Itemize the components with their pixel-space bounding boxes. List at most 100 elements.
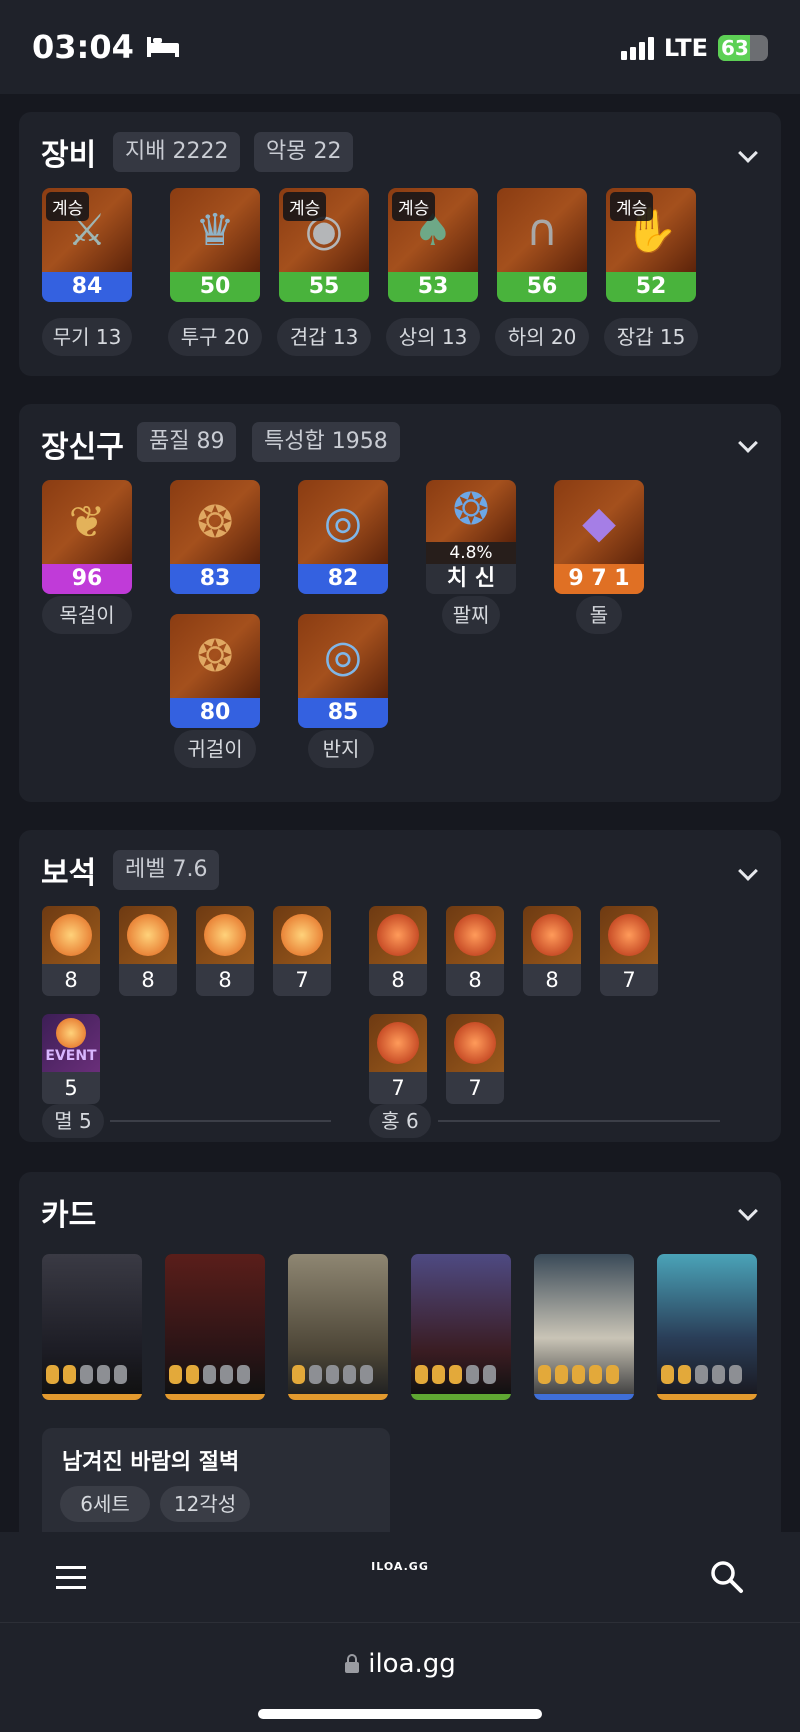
bracelet-icon: ❂ bbox=[452, 483, 490, 535]
item-quality: 85 bbox=[298, 698, 388, 728]
equipment-label: 무기 13 bbox=[42, 318, 132, 356]
awakening-dot bbox=[186, 1365, 199, 1384]
gem-doom[interactable]: 8 bbox=[42, 906, 100, 996]
bracelet-percent: 4.8% bbox=[426, 542, 516, 564]
necklace-label: 목걸이 bbox=[42, 596, 132, 634]
card-set-name: 남겨진 바람의 절벽 bbox=[62, 1450, 240, 1475]
chevron-down-icon[interactable] bbox=[738, 1201, 758, 1221]
equipment-shoulder[interactable]: ◉ 계승 55 bbox=[279, 188, 369, 302]
nightmare-chip: 악몽 22 bbox=[254, 132, 354, 172]
gem-level: 7 bbox=[446, 1072, 504, 1104]
page-content[interactable]: 장비 지배 2222 악몽 22 ⚔ 계승 84 ♛ 50 ◉ 계승 55 ♠ … bbox=[0, 94, 800, 1532]
accessory-earring-1[interactable]: ❂ 83 bbox=[170, 480, 260, 594]
gem-doom[interactable]: 8 bbox=[119, 906, 177, 996]
doom-gem-icon bbox=[56, 1018, 86, 1048]
earring-label: 귀걸이 bbox=[174, 730, 256, 768]
awakening-dot bbox=[466, 1365, 479, 1384]
accessory-necklace[interactable]: ❦ 96 bbox=[42, 480, 132, 594]
chevron-down-icon[interactable] bbox=[738, 861, 758, 881]
item-quality: 96 bbox=[42, 564, 132, 594]
card-item[interactable] bbox=[165, 1254, 265, 1400]
card-item[interactable] bbox=[42, 1254, 142, 1400]
card-item[interactable] bbox=[657, 1254, 757, 1400]
chevron-down-icon[interactable] bbox=[738, 433, 758, 453]
gem-flame[interactable]: 8 bbox=[369, 906, 427, 996]
home-indicator[interactable] bbox=[258, 1709, 542, 1719]
awakening-dot bbox=[326, 1365, 339, 1384]
awakening-gauge bbox=[538, 1365, 619, 1384]
equipment-label: 장갑 15 bbox=[604, 318, 698, 356]
awakening-dot bbox=[712, 1365, 725, 1384]
card-item[interactable] bbox=[288, 1254, 388, 1400]
sleep-bed-icon bbox=[146, 37, 179, 57]
url-display[interactable]: iloa.gg bbox=[0, 1649, 800, 1679]
gems-title: 보석 bbox=[41, 856, 97, 891]
gem-level: 7 bbox=[369, 1072, 427, 1104]
awakening-dot bbox=[606, 1365, 619, 1384]
awakening-dot bbox=[555, 1365, 568, 1384]
cards-title: 카드 bbox=[41, 1198, 97, 1233]
inherit-badge: 계승 bbox=[610, 192, 654, 221]
equipment-label: 상의 13 bbox=[386, 318, 480, 356]
awakening-dot bbox=[80, 1365, 93, 1384]
awakening-dot bbox=[97, 1365, 110, 1384]
accessory-ring-2[interactable]: ◎ 85 bbox=[298, 614, 388, 728]
equipment-label: 견갑 13 bbox=[277, 318, 371, 356]
equipment-helmet[interactable]: ♛ 50 bbox=[170, 188, 260, 302]
doom-gem-icon bbox=[281, 914, 323, 956]
item-quality: 50 bbox=[170, 272, 260, 302]
equipment-pants[interactable]: ∩ 56 bbox=[497, 188, 587, 302]
awakening-dot bbox=[169, 1365, 182, 1384]
awakening-dot bbox=[63, 1365, 76, 1384]
awakening-dot bbox=[309, 1365, 322, 1384]
equipment-gloves[interactable]: ✋ 계승 52 bbox=[606, 188, 696, 302]
gem-flame[interactable]: 8 bbox=[446, 906, 504, 996]
gem-doom[interactable]: 8 bbox=[196, 906, 254, 996]
necklace-icon: ❦ bbox=[68, 496, 106, 548]
doom-gem-icon bbox=[127, 914, 169, 956]
divider bbox=[110, 1120, 331, 1122]
chevron-down-icon[interactable] bbox=[738, 143, 758, 163]
card-set-box[interactable]: 남겨진 바람의 절벽 6세트 12각성 bbox=[42, 1428, 390, 1532]
awakening-dot bbox=[220, 1365, 233, 1384]
inherit-badge: 계승 bbox=[392, 192, 436, 221]
gem-doom[interactable]: 7 bbox=[273, 906, 331, 996]
accessory-earring-2[interactable]: ❂ 80 bbox=[170, 614, 260, 728]
gem-level: 7 bbox=[273, 964, 331, 996]
doom-gem-icon bbox=[204, 914, 246, 956]
ring-label: 반지 bbox=[308, 730, 374, 768]
card-item[interactable] bbox=[411, 1254, 511, 1400]
search-icon[interactable] bbox=[710, 1560, 744, 1594]
awakening-dot bbox=[415, 1365, 428, 1384]
accessory-bracelet[interactable]: ❂ 4.8% 치 신 bbox=[426, 480, 516, 594]
gem-flame[interactable]: 7 bbox=[369, 1014, 427, 1104]
ring-icon: ◎ bbox=[323, 630, 363, 682]
domination-chip: 지배 2222 bbox=[113, 132, 241, 172]
url-text: iloa.gg bbox=[368, 1649, 456, 1679]
gem-flame[interactable]: 7 bbox=[446, 1014, 504, 1104]
browser-url-bar[interactable]: iloa.gg bbox=[0, 1622, 800, 1732]
equipment-chest[interactable]: ♠ 계승 53 bbox=[388, 188, 478, 302]
accessories-section: 장신구 품질 89 특성합 1958 ❦ 96 ❂ 83 ◎ 82 ❂ 4.8%… bbox=[19, 404, 781, 802]
gem-level: 8 bbox=[523, 964, 581, 996]
awakening-gauge bbox=[292, 1365, 373, 1384]
equipment-weapon[interactable]: ⚔ 계승 84 bbox=[42, 188, 132, 302]
gem-flame[interactable]: 7 bbox=[600, 906, 658, 996]
awakening-dot bbox=[695, 1365, 708, 1384]
gem-flame[interactable]: 8 bbox=[523, 906, 581, 996]
equipment-section: 장비 지배 2222 악몽 22 ⚔ 계승 84 ♛ 50 ◉ 계승 55 ♠ … bbox=[19, 112, 781, 376]
gem-doom-event[interactable]: EVENT 5 bbox=[42, 1014, 100, 1104]
flame-gem-icon bbox=[454, 914, 496, 956]
status-bar: 03:04 LTE 63 bbox=[0, 0, 800, 94]
stone-engravings: 9 7 1 bbox=[554, 564, 644, 594]
flame-gem-icon bbox=[377, 914, 419, 956]
bracelet-stats: 치 신 bbox=[426, 564, 516, 594]
item-quality: 55 bbox=[279, 272, 369, 302]
item-quality: 82 bbox=[298, 564, 388, 594]
site-logo[interactable]: ILOA.GG bbox=[0, 1560, 800, 1573]
accessory-ring-1[interactable]: ◎ 82 bbox=[298, 480, 388, 594]
awakening-dot bbox=[343, 1365, 356, 1384]
ability-stone[interactable]: ◆ 9 7 1 bbox=[554, 480, 644, 594]
card-item[interactable] bbox=[534, 1254, 634, 1400]
awakening-gauge bbox=[661, 1365, 742, 1384]
